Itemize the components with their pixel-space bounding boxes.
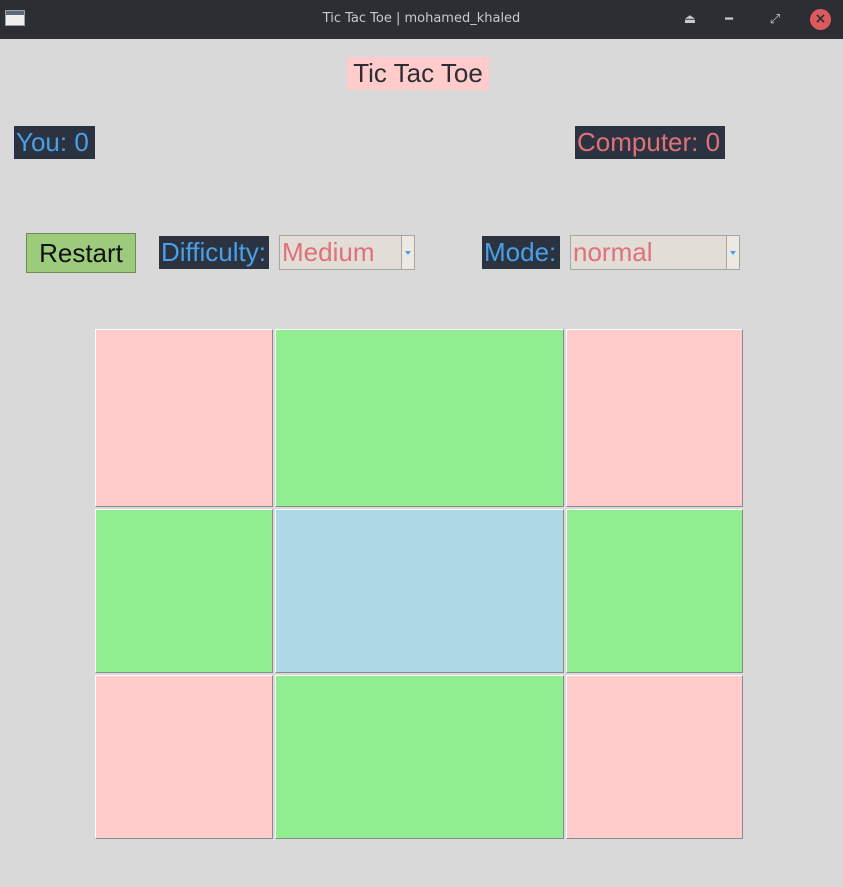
- restart-button[interactable]: Restart: [26, 233, 136, 273]
- chevron-down-icon[interactable]: [726, 236, 739, 269]
- board-cell-5[interactable]: [275, 509, 564, 673]
- board-cell-3[interactable]: [566, 329, 743, 507]
- minimize-icon[interactable]: ━: [718, 9, 740, 31]
- board-cell-8[interactable]: [275, 675, 564, 839]
- mode-label: Mode:: [482, 236, 560, 269]
- window-titlebar: Tic Tac Toe | mohamed_khaled ⏏ ━ ⤢ ×: [0, 0, 843, 39]
- board-cell-9[interactable]: [566, 675, 743, 839]
- board-cell-6[interactable]: [566, 509, 743, 673]
- eject-icon[interactable]: ⏏: [679, 9, 701, 31]
- window-title: Tic Tac Toe | mohamed_khaled: [322, 11, 521, 26]
- board-cell-4[interactable]: [95, 509, 273, 673]
- page-title: Tic Tac Toe: [347, 57, 489, 90]
- board-cell-2[interactable]: [275, 329, 564, 507]
- player-score: You: 0: [14, 126, 95, 159]
- difficulty-label: Difficulty:: [159, 236, 269, 269]
- board-cell-1[interactable]: [95, 329, 273, 507]
- mode-value: normal: [573, 237, 653, 267]
- close-icon[interactable]: ×: [810, 9, 831, 30]
- chevron-down-icon[interactable]: [401, 236, 414, 269]
- difficulty-select[interactable]: Medium: [279, 235, 415, 270]
- difficulty-value: Medium: [282, 237, 375, 267]
- board-cell-7[interactable]: [95, 675, 273, 839]
- computer-score: Computer: 0: [575, 126, 725, 159]
- mode-select[interactable]: normal: [570, 235, 740, 270]
- maximize-icon[interactable]: ⤢: [764, 9, 786, 31]
